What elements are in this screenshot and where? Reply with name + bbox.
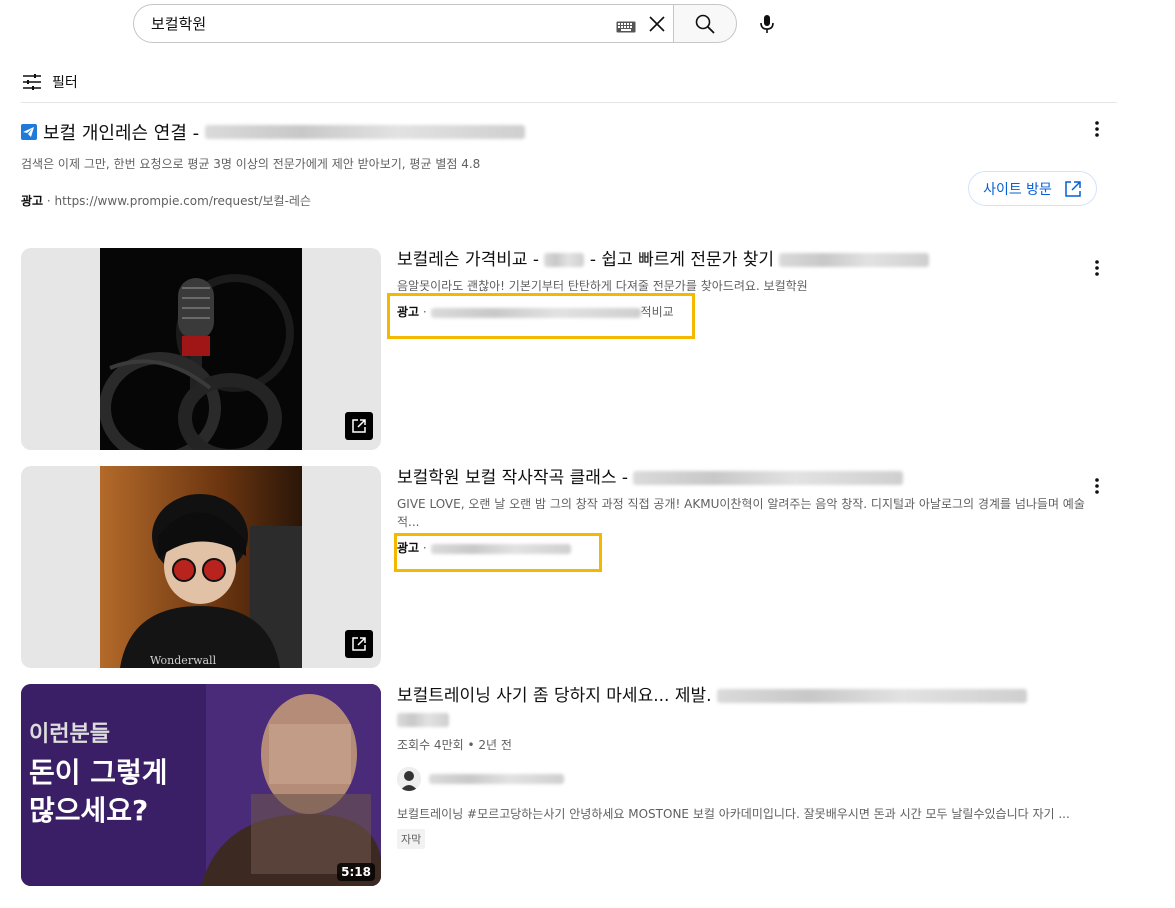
thumbnail-line-2: 돈이 그렇게 [29, 756, 168, 789]
kebab-menu-icon [1095, 260, 1099, 276]
visit-site-label: 사이트 방문 [983, 181, 1052, 198]
result-description: GIVE LOVE, 오랜 날 오랜 밤 그의 창작 과정 직접 공개! AKM… [397, 497, 1085, 529]
more-options-button[interactable] [1085, 474, 1109, 498]
filter-sliders-icon [23, 74, 41, 90]
blurred-text [716, 689, 1027, 703]
highlight-box [387, 293, 695, 339]
result-title[interactable]: 보컬레슨 가격비교 - [397, 250, 539, 270]
blurred-text [397, 713, 449, 727]
result-title[interactable]: 보컬트레이닝 사기 좀 당하지 마세요... 제발. [397, 686, 712, 706]
ad-url-line[interactable]: 광고 · https://www.prompie.com/request/보컬-… [21, 192, 1101, 209]
more-options-button[interactable] [1085, 256, 1109, 280]
open-external-button[interactable] [345, 630, 373, 658]
external-link-icon [352, 419, 366, 433]
blurred-text [779, 253, 930, 267]
blurred-channel-name [429, 774, 564, 784]
thumbnail-image [99, 248, 302, 450]
advertiser-logo-icon [21, 124, 37, 140]
thumbnail-overlay-text: 이런분들 돈이 그렇게 많으세요? [29, 716, 168, 830]
video-meta: 조회수 4만회 • 2년 전 [397, 738, 512, 752]
keyboard-icon[interactable] [616, 18, 636, 32]
highlight-box [394, 533, 602, 572]
result-title-line[interactable]: 보컬트레이닝 사기 좀 당하지 마세요... 제발. [397, 684, 1077, 732]
ad-label: 광고 [21, 194, 44, 208]
search-input-container[interactable]: 보컬학원 [133, 4, 674, 43]
kebab-menu-icon [1095, 121, 1099, 137]
visit-site-button[interactable]: 사이트 방문 [968, 171, 1097, 206]
blurred-text [633, 471, 904, 485]
subtitle-badge: 자막 [397, 829, 426, 849]
divider [21, 102, 1117, 103]
search-button[interactable] [673, 4, 737, 43]
channel-avatar[interactable] [397, 767, 421, 791]
video-result[interactable]: 이런분들 돈이 그렇게 많으세요? 5:18 보컬트레이닝 사기 좀 당하지 마… [21, 684, 1117, 886]
top-ad[interactable]: 보컬 개인레슨 연결 - 검색은 이제 그만, 한번 요청으로 평균 3명 이상… [21, 120, 1101, 209]
result-title[interactable]: 보컬학원 보컬 작사작곡 클래스 - [397, 468, 628, 488]
studio-microphone-image [99, 248, 302, 450]
ad-description: 검색은 이제 그만, 한번 요청으로 평균 3명 이상의 전문가에게 제안 받아… [21, 157, 481, 171]
result-description: 보컬트레이닝 #모르고당하는사기 안녕하세요 MOSTONE 보컬 아카데미입니… [397, 807, 1070, 821]
thumbnail[interactable] [21, 248, 381, 450]
artist-portrait-image [100, 466, 302, 668]
kebab-menu-icon [1095, 478, 1099, 494]
open-external-button[interactable] [345, 412, 373, 440]
more-options-button[interactable] [1085, 117, 1109, 141]
external-link-icon [352, 637, 366, 651]
search-input[interactable]: 보컬학원 [151, 13, 616, 34]
channel-row[interactable] [397, 767, 1097, 791]
thumbnail-image: Wonderwall [100, 466, 302, 668]
ad-result-1[interactable]: 보컬레슨 가격비교 - - 쉽고 빠르게 전문가 찾기 음알못이라도 괜찮아! … [21, 248, 1117, 450]
result-title-cont[interactable]: - 쉽고 빠르게 전문가 찾기 [584, 250, 774, 270]
ad-title[interactable]: 보컬 개인레슨 연결 - [43, 119, 199, 145]
filter-button[interactable]: 필터 [22, 72, 78, 92]
video-thumbnail[interactable]: 이런분들 돈이 그렇게 많으세요? 5:18 [21, 684, 381, 886]
microphone-icon [759, 14, 774, 33]
thumbnail[interactable]: Wonderwall [21, 466, 381, 668]
blurred-text [205, 125, 526, 139]
clear-search-icon[interactable] [646, 13, 668, 35]
result-title-line[interactable]: 보컬학원 보컬 작사작곡 클래스 - [397, 466, 1097, 490]
blurred-text [544, 253, 585, 267]
thumbnail-line-1: 이런분들 [29, 722, 110, 747]
filter-label: 필터 [52, 75, 78, 91]
thumbnail-line-3: 많으세요? [29, 794, 149, 827]
video-duration: 5:18 [337, 863, 375, 881]
voice-search-button[interactable] [747, 4, 786, 43]
external-link-icon [1065, 180, 1081, 197]
ad-url[interactable]: https://www.prompie.com/request/보컬-레슨 [55, 194, 311, 208]
result-title-line[interactable]: 보컬레슨 가격비교 - - 쉽고 빠르게 전문가 찾기 [397, 248, 1097, 272]
thumbnail-caption: Wonderwall [150, 654, 217, 667]
search-icon [695, 14, 715, 34]
result-info: 보컬트레이닝 사기 좀 당하지 마세요... 제발. 조회수 4만회 • 2년 … [397, 684, 1097, 849]
